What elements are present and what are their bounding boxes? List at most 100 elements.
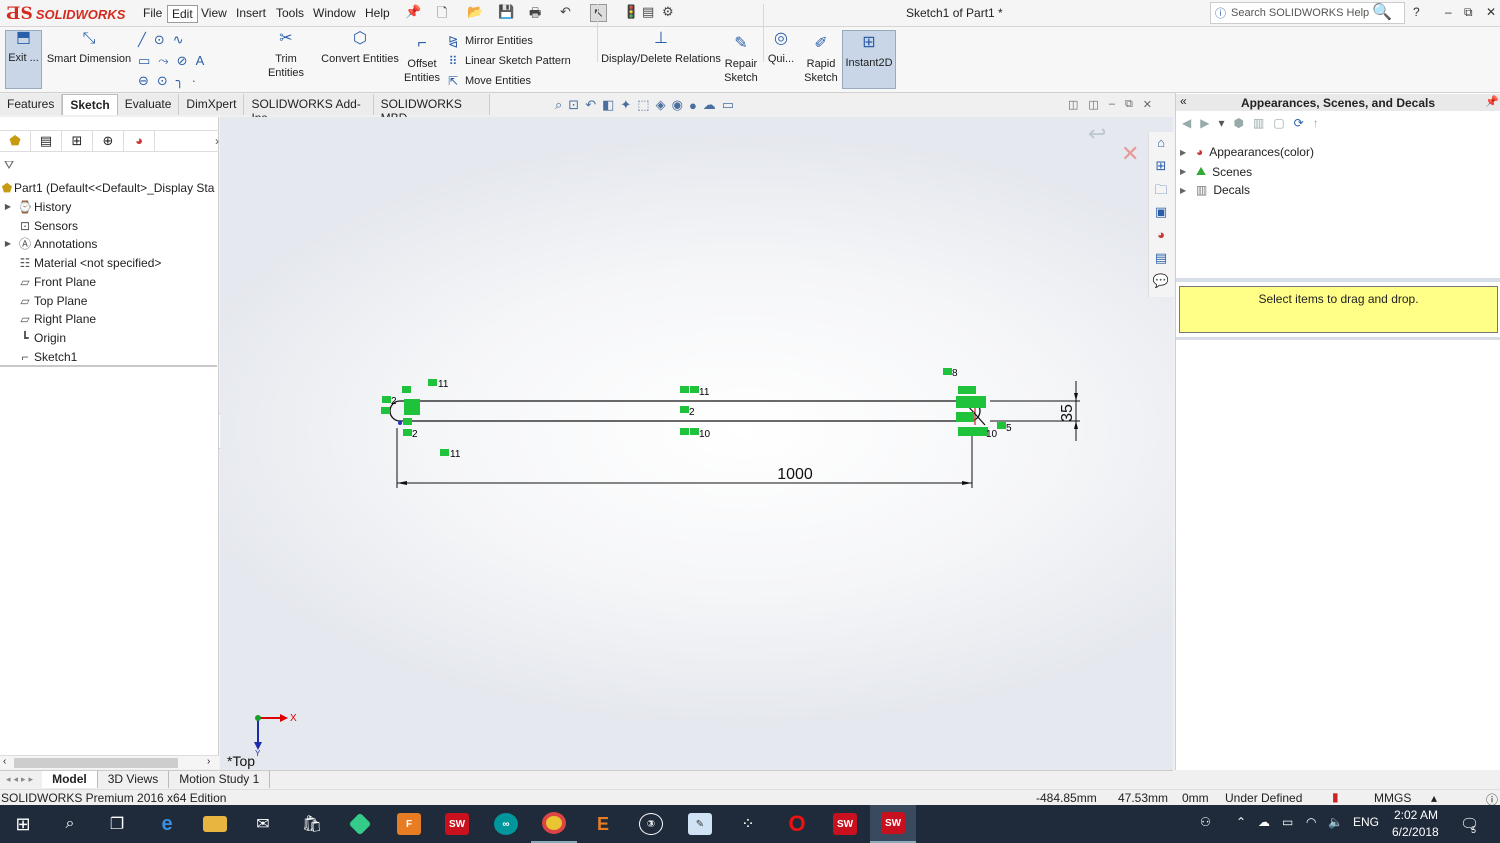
edge-button[interactable]: e xyxy=(144,805,190,843)
tab-dimxpert[interactable]: DimXpert xyxy=(179,94,245,115)
relation-tag-cluster[interactable] xyxy=(404,399,420,415)
search-icon[interactable]: 🔍 xyxy=(1372,2,1392,22)
show-hidden-icons-icon[interactable]: ⌃ xyxy=(1236,815,1246,829)
rebuild-icon[interactable]: 🚦 xyxy=(623,4,639,20)
scroll-left-icon[interactable]: ‹ xyxy=(3,756,6,767)
smart-dimension-button[interactable]: ⤡ Smart Dimension xyxy=(46,31,132,66)
app-button-doc[interactable]: ✎ xyxy=(677,805,723,843)
hide-show-icon[interactable]: ◉ xyxy=(672,97,683,113)
undo-icon[interactable]: ↶ xyxy=(560,4,571,20)
relation-tag[interactable] xyxy=(403,418,412,425)
exit-sketch-button[interactable]: ⬒ Exit ... xyxy=(5,30,42,89)
relation-tag-cluster[interactable] xyxy=(958,386,976,394)
tree-item-sensors[interactable]: ⊡ Sensors xyxy=(0,216,219,235)
options-gear-icon[interactable]: ⚙ xyxy=(662,4,674,20)
refresh-icon[interactable]: ⟳ xyxy=(1294,116,1304,130)
view-orientation-icon[interactable]: ⬚ xyxy=(637,97,649,113)
sketch-endpoint[interactable] xyxy=(398,421,402,425)
mirror-entities-button[interactable]: ⧎ Mirror Entities xyxy=(446,34,533,48)
configuration-tab[interactable]: ⊞ xyxy=(62,130,93,152)
view-settings-icon[interactable]: ▭ xyxy=(722,97,734,113)
taskbar-search[interactable]: ⌕ xyxy=(47,805,93,843)
save-icon[interactable]: 💾 xyxy=(498,4,514,20)
volume-icon[interactable]: 🔈 xyxy=(1328,815,1343,829)
tree-item-top-plane[interactable]: ▱ Top Plane xyxy=(0,291,219,310)
app-button-circle[interactable]: ③ xyxy=(628,805,674,843)
filter-icon[interactable]: ⛛ xyxy=(4,158,14,173)
previous-view-icon[interactable]: ↶ xyxy=(585,97,596,113)
design-library-tab[interactable]: ⊞ xyxy=(1149,155,1173,178)
battery-icon[interactable]: ▭ xyxy=(1282,815,1293,829)
solidworks-resources-tab[interactable]: ⌂ xyxy=(1149,132,1173,155)
app-button-6[interactable]: F xyxy=(386,805,432,843)
relation-tag[interactable] xyxy=(680,428,689,435)
chevron-right-icon[interactable]: › xyxy=(215,134,219,148)
mail-button[interactable]: ✉ xyxy=(240,805,286,843)
viewport-close-icon[interactable]: ✕ xyxy=(1143,98,1152,111)
menu-insert[interactable]: Insert xyxy=(232,5,270,21)
tree-item-front-plane[interactable]: ▱ Front Plane xyxy=(0,272,219,291)
tree-item-right-plane[interactable]: ▱ Right Plane xyxy=(0,309,219,328)
relation-tag[interactable] xyxy=(428,379,437,386)
scenes-item[interactable]: ▶ ⛰ Scenes xyxy=(1180,164,1252,179)
relation-tag[interactable] xyxy=(680,406,689,413)
file-explorer-tab[interactable]: 🗀 xyxy=(1149,178,1173,201)
relation-tag[interactable] xyxy=(381,407,390,414)
zoom-area-icon[interactable]: ⊡ xyxy=(568,97,579,113)
relation-tag[interactable] xyxy=(402,386,411,393)
tab-addins[interactable]: SOLIDWORKS Add-Ins xyxy=(244,94,374,125)
slot-tools-icons[interactable]: ⊖⊙╮· xyxy=(138,73,204,89)
file-properties-icon[interactable]: ▤ xyxy=(642,4,654,20)
menu-file[interactable]: File xyxy=(139,5,166,21)
wifi-icon[interactable]: ◠ xyxy=(1306,815,1316,829)
relation-tag[interactable] xyxy=(403,429,412,436)
expand-arrow-icon[interactable]: ▶ xyxy=(0,202,16,211)
relation-tag[interactable] xyxy=(690,386,699,393)
relation-tag[interactable] xyxy=(382,396,391,403)
dimension-length-text[interactable]: 1000 xyxy=(777,466,813,483)
instant2d-button[interactable]: ⊞ Instant2D xyxy=(842,30,896,89)
relation-tag[interactable] xyxy=(680,386,689,393)
task-view-button[interactable]: ❐ xyxy=(94,805,140,843)
menu-tools[interactable]: Tools xyxy=(272,5,308,21)
relation-tag[interactable] xyxy=(997,422,1006,429)
dynamic-annotation-icon[interactable]: ✦ xyxy=(620,97,631,113)
tab-evaluate[interactable]: Evaluate xyxy=(117,94,180,115)
collapse-panel-icon[interactable]: « xyxy=(1180,94,1187,108)
new-document-icon[interactable]: 🗋 xyxy=(437,4,447,26)
trim-entities-button[interactable]: ✂ Trim Entities xyxy=(256,31,316,80)
notifications-icon[interactable]: 🗨 xyxy=(1460,815,1479,833)
repair-sketch-button[interactable]: ✎ Repair Sketch xyxy=(723,36,759,85)
language-indicator[interactable]: ENG xyxy=(1353,815,1379,829)
drag-drop-zone[interactable]: Select items to drag and drop. xyxy=(1179,286,1498,333)
section-view-icon[interactable]: ◧ xyxy=(602,97,614,113)
rebuild-status-icon[interactable]: ▮ xyxy=(1332,790,1339,804)
tab-3d-views[interactable]: 3D Views xyxy=(98,771,170,788)
tree-item-sketch1[interactable]: ⌐ Sketch1 xyxy=(0,347,219,366)
minimize-icon[interactable]: – xyxy=(1445,5,1452,19)
chrome-button[interactable] xyxy=(531,805,577,843)
forward-icon[interactable]: ▶ xyxy=(1200,116,1209,130)
library-icon[interactable]: ▥ xyxy=(1253,116,1264,130)
relation-tag-cluster[interactable] xyxy=(958,427,988,436)
quick-snaps-button[interactable]: ◎ Qui... xyxy=(766,31,796,66)
tree-item-origin[interactable]: ┗ Origin xyxy=(0,328,219,347)
tab-features[interactable]: Features xyxy=(0,94,63,115)
units-dropdown-icon[interactable]: ▴ xyxy=(1431,791,1437,805)
tree-item-material[interactable]: ☷ Material <not specified> xyxy=(0,253,219,272)
tab-motion-study[interactable]: Motion Study 1 xyxy=(169,771,271,788)
pane-splitter[interactable] xyxy=(1176,278,1500,282)
menu-help[interactable]: Help xyxy=(361,5,394,21)
relation-tag[interactable] xyxy=(440,449,449,456)
expand-arrow-icon[interactable]: ▶ xyxy=(1180,186,1190,195)
solidworks-2016-button-1[interactable]: SW xyxy=(434,805,480,843)
tree-root-part[interactable]: ⬟ Part1 (Default<<Default>_Display Sta xyxy=(0,178,219,197)
edit-appearance-icon[interactable]: ● xyxy=(689,98,697,113)
scroll-right-icon[interactable]: › xyxy=(207,756,210,767)
rapid-sketch-button[interactable]: ✐ Rapid Sketch xyxy=(802,36,840,85)
appearances-tab[interactable]: ◕ xyxy=(1149,224,1173,247)
tab-sketch[interactable]: Sketch xyxy=(62,94,118,115)
clock-time[interactable]: 2:02 AM xyxy=(1394,808,1438,822)
select-cursor-icon[interactable]: ↖ xyxy=(590,4,607,22)
new-folder-icon[interactable]: ▢ xyxy=(1273,116,1284,130)
